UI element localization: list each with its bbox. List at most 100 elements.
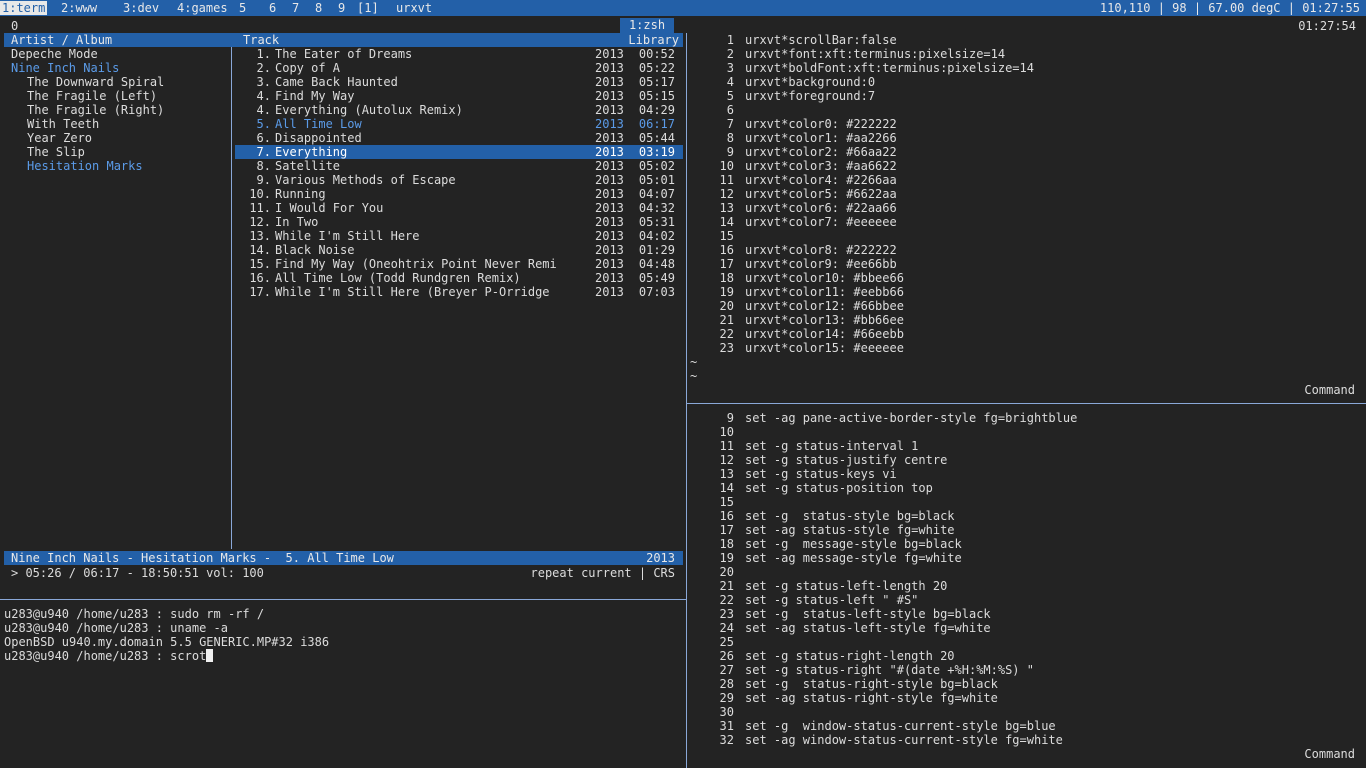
editor-top-pane[interactable]: 1 urxvt*scrollBar:false 2 urxvt*font:xft:te… <box>690 33 1362 383</box>
header-artist-album[interactable]: Artist / Album <box>11 33 112 47</box>
header-library[interactable]: Library <box>628 33 679 47</box>
editor-line[interactable]: 12 set -g status-justify centre <box>690 453 1362 467</box>
workspace-9[interactable]: 9 <box>338 1 345 15</box>
editor-line[interactable]: 18 urxvt*color10: #bbee66 <box>690 271 1362 285</box>
editor-line[interactable]: 9 urxvt*color2: #66aa22 <box>690 145 1362 159</box>
track-title: Everything (Autolux Remix) <box>275 103 463 117</box>
editor-line[interactable]: 25 <box>690 635 1362 649</box>
track-row[interactable]: 2. Copy of A 2013 05:22 <box>235 61 683 75</box>
track-row[interactable]: 3. Came Back Haunted 2013 05:17 <box>235 75 683 89</box>
editor-line[interactable]: 6 <box>690 103 1362 117</box>
editor-line[interactable]: 18 set -g message-style bg=black <box>690 537 1362 551</box>
workspace-1[interactable]: 1:term <box>0 1 48 15</box>
editor-line[interactable]: 8 urxvt*color1: #aa2266 <box>690 131 1362 145</box>
editor-line[interactable]: 28 set -g status-right-style bg=black <box>690 677 1362 691</box>
editor-line[interactable]: 15 <box>690 229 1362 243</box>
artist-item[interactable]: Depeche Mode <box>11 47 98 61</box>
editor-line[interactable]: 15 <box>690 495 1362 509</box>
editor-line[interactable]: 3 urxvt*boldFont:xft:terminus:pixelsize=1… <box>690 61 1362 75</box>
header-track[interactable]: Track <box>243 33 279 47</box>
editor-line[interactable]: 13 set -g status-keys vi <box>690 467 1362 481</box>
editor-line[interactable]: 17 urxvt*color9: #ee66bb <box>690 257 1362 271</box>
tmux-window-tab[interactable]: 1:zsh <box>620 18 674 33</box>
workspace-5[interactable]: 5 <box>239 1 246 15</box>
album-item[interactable]: Hesitation Marks <box>27 159 143 173</box>
editor-bottom-pane[interactable]: 9 set -ag pane-active-border-style fg=bri… <box>690 411 1362 747</box>
track-row[interactable]: 7. Everything 2013 03:19 <box>235 145 683 159</box>
track-row[interactable]: 6. Disappointed 2013 05:44 <box>235 131 683 145</box>
track-row[interactable]: 10. Running 2013 04:07 <box>235 187 683 201</box>
editor-line[interactable]: 16 urxvt*color8: #222222 <box>690 243 1362 257</box>
editor-line[interactable]: 9 set -ag pane-active-border-style fg=bri… <box>690 411 1362 425</box>
editor-line[interactable]: 1 urxvt*scrollBar:false <box>690 33 1362 47</box>
editor-line[interactable]: 31 set -g window-status-current-style bg=… <box>690 719 1362 733</box>
editor-line[interactable]: 11 urxvt*color4: #2266aa <box>690 173 1362 187</box>
editor-line[interactable]: 19 set -ag message-style fg=white <box>690 551 1362 565</box>
track-row[interactable]: 16. All Time Low (Todd Rundgren Remix) 201… <box>235 271 683 285</box>
workspace-2[interactable]: 2:www <box>61 1 97 15</box>
track-row[interactable]: 9. Various Methods of Escape 2013 05:01 <box>235 173 683 187</box>
editor-line[interactable]: 7 urxvt*color0: #222222 <box>690 117 1362 131</box>
album-item[interactable]: The Fragile (Right) <box>27 103 164 117</box>
track-year: 2013 <box>595 145 624 159</box>
track-row[interactable]: 4. Find My Way 2013 05:15 <box>235 89 683 103</box>
track-duration: 05:44 <box>638 131 675 145</box>
editor-line[interactable]: 23 urxvt*color15: #eeeeee <box>690 341 1362 355</box>
editor-line[interactable]: 10 <box>690 425 1362 439</box>
editor-line[interactable]: 32 set -ag window-status-current-style fg… <box>690 733 1362 747</box>
workspace-8[interactable]: 8 <box>315 1 322 15</box>
album-item[interactable]: The Downward Spiral <box>27 75 164 89</box>
editor-line[interactable]: 10 urxvt*color3: #aa6622 <box>690 159 1362 173</box>
track-row[interactable]: 4. Everything (Autolux Remix) 2013 04:29 <box>235 103 683 117</box>
album-item[interactable]: With Teeth <box>27 117 99 131</box>
line-number: 14 <box>719 215 734 229</box>
editor-line[interactable]: 5 urxvt*foreground:7 <box>690 89 1362 103</box>
editor-line[interactable]: 20 urxvt*color12: #66bbee <box>690 299 1362 313</box>
editor-line[interactable]: 24 set -ag status-left-style fg=white <box>690 621 1362 635</box>
track-year: 2013 <box>595 131 624 145</box>
workspace-4[interactable]: 4:games <box>177 1 228 15</box>
shell-prompt-line[interactable]: u283@u940 /home/u283 : scrot <box>4 649 682 663</box>
shell-pane[interactable]: u283@u940 /home/u283 : sudo rm -rf / u283… <box>4 607 682 757</box>
track-row[interactable]: 14. Black Noise 2013 01:29 <box>235 243 683 257</box>
line-number: 23 <box>719 607 734 621</box>
editor-line[interactable]: 22 urxvt*color14: #66eebb <box>690 327 1362 341</box>
editor-line[interactable]: 16 set -g status-style bg=black <box>690 509 1362 523</box>
workspace-6[interactable]: 6 <box>269 1 276 15</box>
editor-line[interactable]: 23 set -g status-left-style bg=black <box>690 607 1362 621</box>
editor-line[interactable]: 21 urxvt*color13: #bb66ee <box>690 313 1362 327</box>
editor-line[interactable]: 11 set -g status-interval 1 <box>690 439 1362 453</box>
track-row[interactable]: 5. All Time Low 2013 06:17 <box>235 117 683 131</box>
editor-line[interactable]: 17 set -ag status-style fg=white <box>690 523 1362 537</box>
editor-line[interactable]: 19 urxvt*color11: #eebb66 <box>690 285 1362 299</box>
editor-line[interactable]: 4 urxvt*background:0 <box>690 75 1362 89</box>
artist-item[interactable]: Nine Inch Nails <box>11 61 119 75</box>
editor-line[interactable]: 14 urxvt*color7: #eeeeee <box>690 215 1362 229</box>
album-item[interactable]: The Slip <box>27 145 85 159</box>
workspace-3[interactable]: 3:dev <box>123 1 159 15</box>
editor-line[interactable]: 26 set -g status-right-length 20 <box>690 649 1362 663</box>
album-item[interactable]: The Fragile (Left) <box>27 89 157 103</box>
track-row[interactable]: 13. While I'm Still Here 2013 04:02 <box>235 229 683 243</box>
editor-line[interactable]: 2 urxvt*font:xft:terminus:pixelsize=14 <box>690 47 1362 61</box>
editor-line[interactable]: 21 set -g status-left-length 20 <box>690 579 1362 593</box>
editor-line[interactable]: 20 <box>690 565 1362 579</box>
track-row[interactable]: 1. The Eater of Dreams 2013 00:52 <box>235 47 683 61</box>
track-row[interactable]: 8. Satellite 2013 05:02 <box>235 159 683 173</box>
layout-indicator[interactable]: [1] <box>357 1 379 15</box>
track-row[interactable]: 17. While I'm Still Here (Breyer P-Orridg… <box>235 285 683 299</box>
track-row[interactable]: 15. Find My Way (Oneohtrix Point Never Re… <box>235 257 683 271</box>
editor-line[interactable]: 12 urxvt*color5: #6622aa <box>690 187 1362 201</box>
track-duration: 04:29 <box>638 103 675 117</box>
line-number: 9 <box>726 411 734 425</box>
track-row[interactable]: 11. I Would For You 2013 04:32 <box>235 201 683 215</box>
workspace-7[interactable]: 7 <box>292 1 299 15</box>
editor-line[interactable]: 29 set -ag status-right-style fg=white <box>690 691 1362 705</box>
editor-line[interactable]: 27 set -g status-right "#(date +%H:%M:%S)… <box>690 663 1362 677</box>
editor-line[interactable]: 22 set -g status-left " #S" <box>690 593 1362 607</box>
editor-line[interactable]: 30 <box>690 705 1362 719</box>
editor-line[interactable]: 14 set -g status-position top <box>690 481 1362 495</box>
track-row[interactable]: 12. In Two 2013 05:31 <box>235 215 683 229</box>
editor-line[interactable]: 13 urxvt*color6: #22aa66 <box>690 201 1362 215</box>
album-item[interactable]: Year Zero <box>27 131 92 145</box>
